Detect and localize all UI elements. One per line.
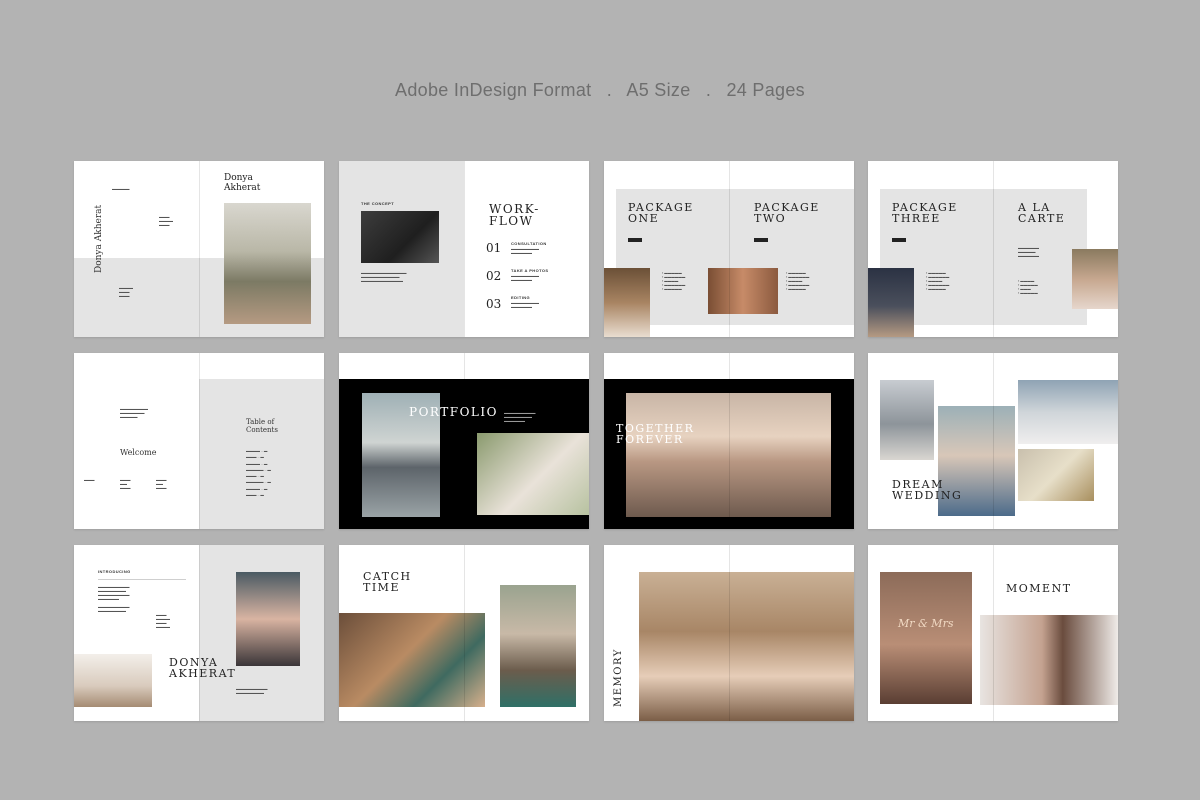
spread-welcome-toc: ▬▬▬▬▬▬▬▬ ▬▬▬▬▬▬▬ ▬▬▬▬▬ Welcome ▬▬▬ ▬▬▬ ▬▬ ▬▬… — [74, 353, 324, 529]
separator: . — [705, 80, 712, 100]
ceremony-photo — [1018, 380, 1118, 444]
size-label: A5 Size — [626, 80, 691, 100]
carte-list: ▪ ▬▬▬▬ ▪ ▬▬▬▬▬ ▪ ▬▬▬ ▪ ▬▬▬▬▬ — [1018, 279, 1038, 295]
step-label: CONSULTATION — [511, 241, 547, 246]
header-caption: Adobe InDesign Format . A5 Size . 24 Pag… — [0, 80, 1200, 101]
concept-heading: THE CONCEPT — [361, 201, 395, 206]
concept-photo — [361, 211, 439, 263]
price-tag — [628, 238, 642, 242]
welcome-footer: ▬▬▬ ▬▬ ▬▬▬ — [156, 478, 167, 490]
step-number: 01 — [486, 241, 502, 255]
spread-moment: Mr & Mrs MOMENT — [868, 545, 1118, 721]
spread-dream-wedding: DREAM WEDDING — [868, 353, 1118, 529]
bio-text: ▬▬▬▬▬▬▬▬▬ ▬▬▬▬▬▬▬▬ — [236, 687, 268, 695]
step-number: 03 — [486, 297, 502, 311]
step-number: 02 — [486, 269, 502, 283]
couple-walking-photo — [339, 613, 485, 707]
format-label: Adobe InDesign Format — [395, 80, 592, 100]
step-text: ▬▬▬▬▬▬▬▬ ▬▬▬▬▬▬ — [511, 247, 539, 255]
mr-mrs-badge: Mr & Mrs — [898, 617, 954, 630]
beach-photo — [626, 393, 831, 517]
cover-contact-text: ▬▬▬ ▬▬▬▬ ▬▬▬ — [159, 215, 173, 227]
toc-list: ▬▬▬▬ .. ▬ ▬▬▬ .. ▬ ▬▬▬▬ .. ▬ ▬▬▬▬▬ .. ▬ ▬▬▬ … — [246, 449, 271, 498]
concept-text: ▬▬▬▬▬▬▬▬▬▬▬▬▬ ▬▬▬▬▬▬▬▬▬▬▬ ▬▬▬▬▬▬▬▬▬▬▬▬ — [361, 271, 407, 283]
welcome-text: ▬▬▬▬▬▬▬▬ ▬▬▬▬▬▬▬ ▬▬▬▬▬ — [120, 407, 148, 419]
step-label: EDITING — [511, 295, 531, 300]
spread-introducing: INTRODUCING ▬▬▬▬▬▬▬▬▬ ▬▬▬▬▬▬▬▬ ▬▬▬▬▬▬▬▬▬ ▬▬… — [74, 545, 324, 721]
couple-photo — [1072, 249, 1118, 309]
rings-photo — [1018, 449, 1094, 501]
pages-label: 24 Pages — [726, 80, 805, 100]
carte-list: ▬▬▬▬▬▬ ▬▬▬▬▬ ▬▬▬▬▬▬ — [1018, 246, 1039, 258]
groom-photo — [868, 268, 914, 337]
spread-memory: MEMORY — [604, 545, 854, 721]
price-tag — [892, 238, 906, 242]
package-list: ▪ ▬▬▬▬▬ ▪ ▬▬▬▬▬▬ ▪ ▬▬▬▬ ▪ ▬▬▬▬▬▬ ▪ ▬▬▬▬▬ — [662, 271, 686, 291]
photographer-photo — [236, 572, 300, 666]
cover-footer-text: ▬▬▬▬ ▬▬▬ ▬▬▬ — [119, 286, 133, 298]
spread-together-forever: TOGETHER FOREVER — [604, 353, 854, 529]
welcome-title: Welcome — [120, 448, 157, 457]
bride-photo — [880, 380, 934, 460]
spread-catch-time: CATCH TIME — [339, 545, 589, 721]
spread-workflow: THE CONCEPT ▬▬▬▬▬▬▬▬▬▬▬▬▬ ▬▬▬▬▬▬▬▬▬▬▬ ▬▬▬▬… — [339, 161, 589, 337]
intro-contact: ▬▬▬ ▬▬▬▬ ▬▬▬ ▬▬▬▬ — [156, 613, 170, 629]
package-three-title: PACKAGE THREE — [892, 201, 958, 225]
memory-title: MEMORY — [613, 648, 624, 707]
couple-sitting-photo — [639, 572, 854, 721]
catch-time-title: CATCH TIME — [363, 570, 412, 594]
dream-wedding-title: DREAM WEDDING — [892, 478, 963, 502]
moment-title: MOMENT — [1006, 582, 1072, 595]
a-la-carte-title: A LA CARTE — [1018, 201, 1066, 225]
step-text: ▬▬▬▬▬▬▬▬ ▬▬▬▬▬▬ — [511, 274, 539, 282]
step-label: TAKE A PHOTOS — [511, 268, 549, 273]
cover-vertical-name: Donya Akherat — [94, 204, 104, 273]
divider — [98, 579, 186, 581]
separator: . — [606, 80, 613, 100]
spread-package-one-two: PACKAGE ONE PACKAGE TWO ▪ ▬▬▬▬▬ ▪ ▬▬▬▬▬▬ ▪… — [604, 161, 854, 337]
spread-portfolio: PORTFOLIO ▬▬▬▬▬▬▬▬▬ ▬▬▬▬▬▬▬▬ ▬▬▬▬▬▬ — [339, 353, 589, 529]
portfolio-text: ▬▬▬▬▬▬▬▬▬ ▬▬▬▬▬▬▬▬ ▬▬▬▬▬▬ — [504, 411, 536, 423]
mr-mrs-sign-photo — [880, 572, 972, 704]
portfolio-title: PORTFOLIO — [409, 405, 498, 419]
donya-akherat-title: DONYA AKHERAT — [169, 656, 237, 680]
intro-text: ▬▬▬▬▬▬▬▬▬ ▬▬▬▬▬▬▬▬ ▬▬▬▬▬▬▬▬▬ ▬▬▬▬▬▬ ▬▬▬▬▬▬▬▬… — [98, 585, 130, 613]
workflow-title: WORK- FLOW — [489, 202, 540, 228]
toc-title: Table of Contents — [246, 418, 278, 434]
step-text: ▬▬▬▬▬▬▬▬ ▬▬▬▬▬▬ — [511, 301, 539, 309]
bride-portrait-photo — [980, 615, 1118, 705]
spread-cover: Donya Akherat ▬▬▬▬▬ ▬▬▬ ▬▬▬▬ ▬▬▬ ▬▬▬▬ ▬▬▬ ▬▬… — [74, 161, 324, 337]
welcome-footer: ▬▬▬ — [84, 478, 95, 482]
cover-name-title: Donya Akherat — [224, 173, 261, 194]
couple-standing-photo — [500, 585, 576, 707]
intro-heading: INTRODUCING — [98, 569, 131, 574]
package-two-title: PACKAGE TWO — [754, 201, 820, 225]
hands-photo — [74, 654, 152, 707]
couple-photo — [224, 203, 311, 324]
package-list: ▪ ▬▬▬▬▬ ▪ ▬▬▬▬▬▬ ▪ ▬▬▬▬ ▪ ▬▬▬▬▬▬ ▪ ▬▬▬▬▬ — [786, 271, 810, 291]
package-list: ▪ ▬▬▬▬▬ ▪ ▬▬▬▬▬▬ ▪ ▬▬▬▬ ▪ ▬▬▬▬▬▬ ▪ ▬▬▬▬▬ — [926, 271, 950, 291]
package-one-title: PACKAGE ONE — [628, 201, 694, 225]
price-tag — [754, 238, 768, 242]
bride-photo — [604, 268, 650, 337]
cover-tagline: ▬▬▬▬▬ — [112, 187, 130, 191]
welcome-footer: ▬▬▬ ▬▬ ▬▬▬ — [120, 478, 131, 490]
spread-package-three-carte: PACKAGE THREE A LA CARTE ▪ ▬▬▬▬▬ ▪ ▬▬▬▬▬▬… — [868, 161, 1118, 337]
rings-photo — [708, 268, 778, 314]
together-forever-title: TOGETHER FOREVER — [616, 422, 695, 446]
bouquet-photo — [477, 433, 589, 515]
